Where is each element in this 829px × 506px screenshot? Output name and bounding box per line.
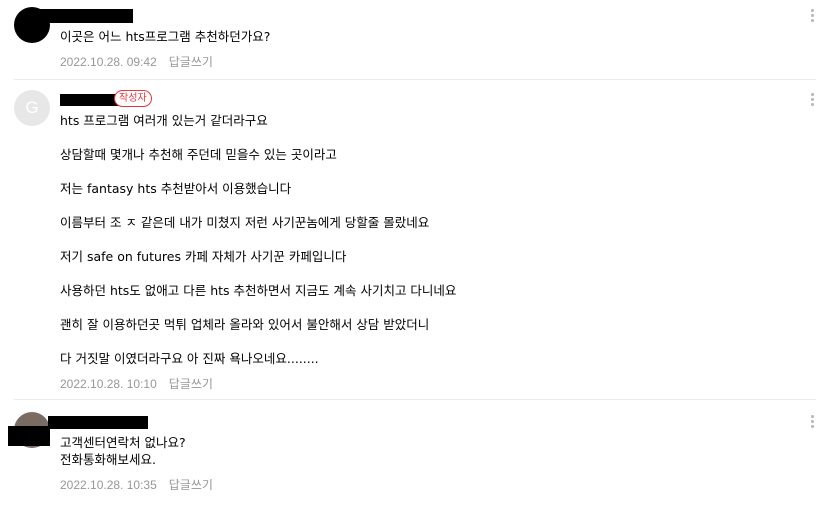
reply-button[interactable]: 답글쓰기 (169, 478, 213, 492)
comment-text-line: 저기 safe on futures 카페 자체가 사기꾼 카페입니다 (60, 249, 347, 264)
comment-meta: 2022.10.28. 10:35 답글쓰기 (60, 476, 213, 493)
comment-text-line: 고객센터연락처 없나요? (60, 435, 186, 450)
comment-text-line: 이름부터 조 ㅈ 같은데 내가 미쳤지 저런 사기꾼놈에게 당할줄 몰랐네요 (60, 215, 430, 230)
redacted-avatar-cover (8, 426, 50, 446)
comment-text-line: hts 프로그램 여러개 있는거 같더라구요 (60, 113, 268, 128)
comment-text-line: 괜히 잘 이용하던곳 먹튀 업체라 올라와 있어서 불안해서 상담 받았더니 (60, 317, 430, 332)
comment-meta: 2022.10.28. 10:10 답글쓰기 (60, 375, 213, 392)
redacted-author-name (60, 94, 120, 106)
more-vertical-icon[interactable] (809, 415, 815, 431)
comment-date: 2022.10.28. 10:10 (60, 377, 157, 391)
comment-text-line: 저는 fantasy hts 추천받아서 이용했습니다 (60, 181, 292, 196)
redacted-author-name (36, 9, 133, 23)
comment-text: 이곳은 어느 hts프로그램 추천하던가요? (60, 29, 271, 44)
comment-text-line: 다 거짓말 이였더라구요 아 진짜 욕나오네요........ (60, 351, 319, 366)
comment-text-line: 상담할때 몇개나 추천해 주던데 믿을수 있는 곳이라고 (60, 147, 337, 162)
comment-1: 이곳은 어느 hts프로그램 추천하던가요? 2022.10.28. 09:42… (0, 0, 829, 79)
author-badge: 작성자 (114, 90, 152, 107)
comment-text-line: 전화통화해보세요. (60, 452, 156, 467)
comment-date: 2022.10.28. 10:35 (60, 478, 157, 492)
comment-2: G 작성자 hts 프로그램 여러개 있는거 같더라구요 상담할때 몇개나 추천… (0, 80, 829, 400)
comment-meta: 2022.10.28. 09:42 답글쓰기 (60, 53, 213, 70)
avatar[interactable]: G (14, 90, 50, 126)
more-vertical-icon[interactable] (809, 9, 815, 25)
reply-button[interactable]: 답글쓰기 (169, 377, 213, 391)
comment-text-line: 사용하던 hts도 없애고 다른 hts 추천하면서 지금도 계속 사기치고 다… (60, 283, 457, 298)
reply-button[interactable]: 답글쓰기 (169, 55, 213, 69)
comment-date: 2022.10.28. 09:42 (60, 55, 157, 69)
comment-3: 고객센터연락처 없나요? 전화통화해보세요. 2022.10.28. 10:35… (0, 400, 829, 506)
more-vertical-icon[interactable] (809, 93, 815, 109)
redacted-author-name (48, 416, 148, 429)
